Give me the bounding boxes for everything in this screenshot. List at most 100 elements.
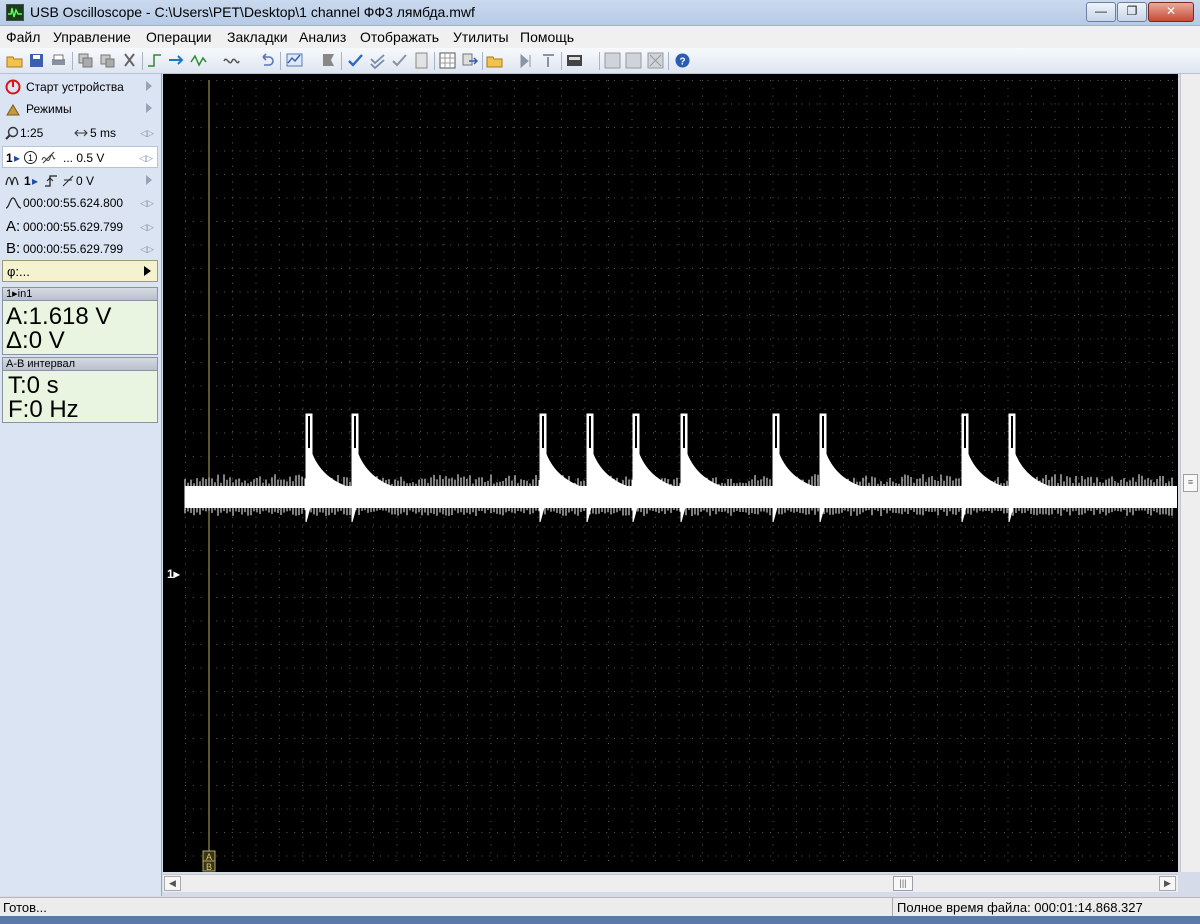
help-icon[interactable]: ?: [674, 52, 691, 69]
toolbar-separator: [599, 52, 600, 70]
start-device-row[interactable]: Старт устройства: [2, 76, 158, 98]
zoom-window-icon[interactable]: [625, 52, 642, 69]
oscilloscope-display[interactable]: 1▸ A B: [163, 74, 1178, 872]
menu-bar: Файл Управление Операции Закладки Анализ…: [0, 26, 1200, 48]
modes-row[interactable]: Режимы: [2, 98, 158, 120]
pulse-gap: [683, 416, 685, 448]
cursor-a-row[interactable]: A: 000:00:55.629.799 ◁▷: [2, 216, 158, 238]
vertical-scroll-thumb[interactable]: ≡: [1183, 474, 1198, 492]
trigger-level-icon: [62, 175, 74, 187]
cut-icon[interactable]: [121, 52, 138, 69]
phase-row[interactable]: φ:...: [2, 260, 158, 282]
zoom-fit-icon[interactable]: [604, 52, 621, 69]
menu-utilities[interactable]: Утилиты: [453, 29, 509, 45]
zoom-value: 1:25: [20, 126, 44, 140]
expand-arrow-icon: [146, 175, 152, 185]
trigger-row[interactable]: 1 ▸ 0 V: [2, 170, 158, 192]
waveform-dropdown-icon[interactable]: [190, 52, 207, 69]
interval-box: T:0 s F:0 Hz: [2, 371, 158, 423]
paste-icon[interactable]: [99, 52, 116, 69]
modes-label: Режимы: [26, 102, 72, 116]
folder-dropdown-icon[interactable]: [486, 52, 503, 69]
menu-analysis[interactable]: Анализ: [299, 29, 346, 45]
phase-label: φ:...: [7, 264, 30, 279]
trigger-rise-icon[interactable]: [146, 52, 163, 69]
horizontal-scroll-thumb[interactable]: |||: [893, 876, 913, 891]
taskbar: [0, 916, 1200, 924]
interval-box-header: A-B интервал: [2, 357, 158, 371]
expand-arrow-icon: [146, 103, 152, 113]
zoom-row[interactable]: 1:25 5 ms ◁▷: [2, 122, 158, 144]
horizontal-scrollbar[interactable]: ◀ ||| ▶: [163, 874, 1178, 892]
document-icon[interactable]: [413, 52, 430, 69]
adjust-arrows-icon[interactable]: ◁▷: [139, 153, 153, 164]
title-bar: USB Oscilloscope - C:\Users\PET\Desktop\…: [0, 0, 1200, 26]
interval-f-value: F:0 Hz: [8, 396, 79, 423]
cursor-b-row[interactable]: B: 000:00:55.629.799 ◁▷: [2, 238, 158, 260]
display-dropdown-icon[interactable]: [566, 52, 583, 69]
timebase-icon: [74, 129, 88, 137]
vertical-scrollbar[interactable]: ≡: [1180, 74, 1200, 872]
math-dropdown-icon[interactable]: [223, 52, 240, 69]
waveform-canvas[interactable]: 1▸ A B: [163, 74, 1178, 872]
menu-view[interactable]: Отображать: [360, 29, 439, 45]
menu-help[interactable]: Помощь: [520, 29, 574, 45]
toolbar-separator: [668, 52, 669, 70]
start-device-label: Старт устройства: [26, 80, 124, 94]
measure-delta-value: Δ:0 V: [6, 327, 65, 354]
zoom-out-icon[interactable]: [647, 52, 664, 69]
save-icon[interactable]: [28, 52, 45, 69]
channel-number: 1: [6, 151, 13, 165]
status-bar: Готов... Полное время файла: 000:01:14.8…: [0, 897, 1200, 917]
cursor-sync-icon[interactable]: [167, 52, 184, 69]
scroll-right-button[interactable]: ▶: [1159, 876, 1176, 891]
toolbar-separator: [341, 52, 342, 70]
check-down-icon[interactable]: [369, 52, 386, 69]
channel-1-marker[interactable]: 1▸: [167, 567, 181, 581]
trigger-time-row[interactable]: 000:00:55.624.800 ◁▷: [2, 192, 158, 214]
channel-scale-row[interactable]: 1 ▸ 1 ... 0.5 V ◁▷: [2, 146, 158, 168]
menu-control[interactable]: Управление: [53, 29, 131, 45]
toolbar-separator: [434, 52, 435, 70]
channel-scale-value: ... 0.5 V: [63, 151, 105, 165]
pulse-gap: [354, 416, 356, 448]
toolbar-separator: [561, 52, 562, 70]
check-icon[interactable]: [347, 52, 364, 69]
adjust-arrows-icon[interactable]: ◁▷: [140, 128, 154, 139]
grid-icon[interactable]: [439, 52, 456, 69]
oscilloscope-app-icon: [6, 4, 24, 21]
bookmark-icon[interactable]: [320, 52, 337, 69]
magnifier-icon: [5, 126, 19, 140]
measure-box-header: 1▸in1: [2, 287, 158, 301]
modes-icon: [6, 104, 20, 116]
close-button[interactable]: ✕: [1148, 2, 1194, 22]
scroll-left-button[interactable]: ◀: [164, 876, 181, 891]
copy-icon[interactable]: [77, 52, 94, 69]
undo-icon[interactable]: [258, 52, 275, 69]
toolbar-separator: [142, 52, 143, 70]
cursor-a-time: 000:00:55.629.799: [23, 220, 124, 234]
adjust-arrows-icon[interactable]: ◁▷: [140, 222, 154, 233]
channel-arrow-icon: ▸: [14, 151, 21, 165]
check-up-icon[interactable]: [391, 52, 408, 69]
pulse-gap: [775, 416, 777, 448]
adjust-arrows-icon[interactable]: ◁▷: [140, 244, 154, 255]
trigger-channel-arrow-icon: ▸: [32, 174, 39, 188]
power-icon: [5, 79, 21, 95]
menu-file[interactable]: Файл: [6, 29, 40, 45]
step-forward-icon[interactable]: [518, 52, 535, 69]
toolbar-separator: [482, 52, 483, 70]
status-ready: Готов...: [3, 900, 47, 915]
step-down-icon[interactable]: [540, 52, 557, 69]
channel-1-trace: [184, 413, 1177, 523]
chart-dropdown-icon[interactable]: [286, 52, 303, 69]
maximize-button[interactable]: ❐: [1117, 2, 1147, 22]
export-icon[interactable]: [461, 52, 478, 69]
menu-operations[interactable]: Операции: [146, 29, 212, 45]
menu-bookmarks[interactable]: Закладки: [227, 29, 288, 45]
adjust-arrows-icon[interactable]: ◁▷: [140, 198, 154, 209]
minimize-button[interactable]: —: [1086, 2, 1116, 22]
open-folder-icon[interactable]: [6, 52, 23, 69]
pulse-gap: [1011, 416, 1013, 448]
print-icon[interactable]: [50, 52, 67, 69]
